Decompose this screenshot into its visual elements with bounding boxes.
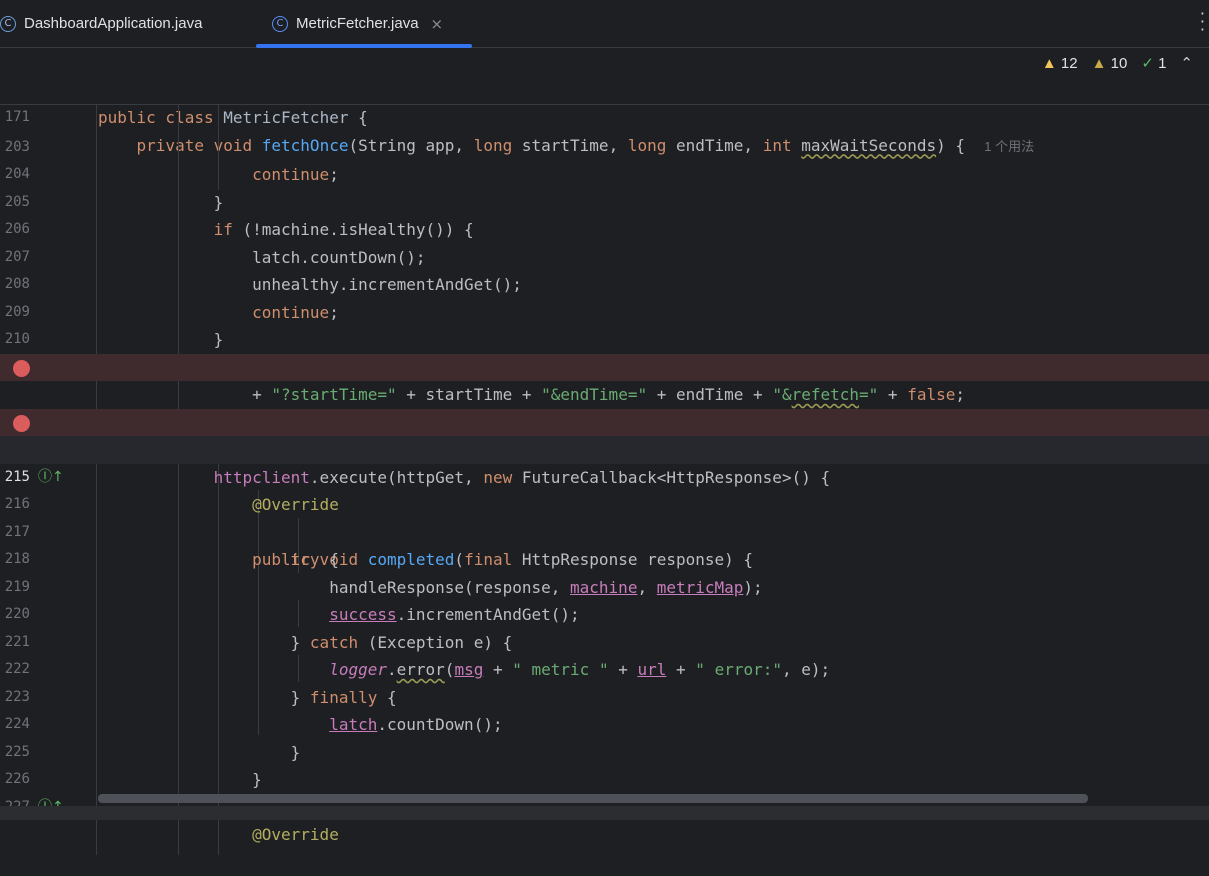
horizontal-scrollbar[interactable] bbox=[98, 794, 1088, 803]
code-line[interactable]: 206 latch.countDown(); bbox=[0, 189, 1209, 267]
warning-icon: ▲ bbox=[1091, 54, 1107, 72]
tab-metric-fetcher[interactable]: C MetricFetcher.java × bbox=[256, 0, 472, 48]
more-options-icon[interactable]: · · · bbox=[1200, 6, 1205, 38]
code-line-current[interactable]: 215 @Override bbox=[0, 436, 1209, 514]
code-line[interactable]: 205 if (!machine.isHealthy()) { bbox=[0, 161, 1209, 240]
code-line[interactable]: 216 Ⓘ↑ public void completed(final HttpR… bbox=[0, 464, 1209, 570]
editor-tab-bar: C DashboardApplication.java C MetricFetc… bbox=[0, 0, 1209, 48]
code-line[interactable]: 223 latch.countDown(); bbox=[0, 656, 1209, 735]
weak-warning-count[interactable]: ▲ 10 bbox=[1092, 55, 1128, 72]
code-line[interactable]: 207 unhealthy.incrementAndGet(); bbox=[0, 216, 1209, 295]
sticky-divider bbox=[0, 104, 1209, 105]
code-text: @Override bbox=[252, 825, 339, 844]
code-line[interactable]: 211 + "?startTime=" + startTime + "&endT… bbox=[0, 326, 1209, 405]
tab-dashboard-application[interactable]: C DashboardApplication.java bbox=[0, 0, 236, 47]
breakpoint-icon[interactable] bbox=[13, 359, 30, 377]
tab-label: DashboardApplication.java bbox=[24, 15, 203, 32]
implements-method-icon[interactable]: Ⓘ↑ bbox=[38, 794, 64, 806]
breakpoint-icon[interactable] bbox=[13, 414, 30, 432]
code-line[interactable]: 217 try { bbox=[0, 491, 1209, 570]
code-editor[interactable]: 70 public class MetricFetcher { 171 priv… bbox=[0, 48, 1209, 855]
code-line[interactable]: 220 } catch (Exception e) { bbox=[0, 574, 1209, 652]
sticky-line[interactable]: 70 public class MetricFetcher { bbox=[0, 49, 1209, 127]
code-line[interactable]: 208 continue; bbox=[0, 244, 1209, 322]
inspection-widget[interactable]: ▲ 12 ▲ 10 ✓ 1 ⌃ bbox=[1042, 54, 1193, 73]
code-line[interactable]: 213 httpGet.setHeader(HTTP.CONN_DIRECTIV… bbox=[0, 381, 1209, 460]
code-line[interactable]: 203 continue; bbox=[0, 106, 1209, 185]
code-line[interactable]: 209 } bbox=[0, 271, 1209, 350]
code-line[interactable]: 204 } bbox=[0, 134, 1209, 212]
close-icon[interactable]: × bbox=[431, 15, 444, 33]
status-strip bbox=[0, 806, 1209, 820]
code-line-breakpoint[interactable]: httpclient.execute(httpGet, new FutureCa… bbox=[0, 408, 1209, 487]
typo-count[interactable]: ✓ 1 bbox=[1141, 54, 1166, 72]
code-line[interactable]: 210 final String url = "http://" + machi… bbox=[0, 299, 1209, 377]
code-line[interactable]: 224 } bbox=[0, 684, 1209, 762]
code-line[interactable]: 225 } bbox=[0, 711, 1209, 790]
code-line-breakpoint[interactable]: final HttpGet httpGet = new HttpGet(url)… bbox=[0, 353, 1209, 432]
class-icon: C bbox=[0, 15, 16, 32]
code-line[interactable]: 226 bbox=[0, 739, 1209, 787]
chevron-up-icon[interactable]: ⌃ bbox=[1180, 54, 1193, 72]
code-line[interactable]: 219 success.incrementAndGet(); bbox=[0, 546, 1209, 625]
code-line[interactable]: 221 logger.error(msg + " metric " + url … bbox=[0, 601, 1209, 680]
code-line[interactable]: 222 } finally { bbox=[0, 629, 1209, 707]
implements-method-icon[interactable]: Ⓘ↑ bbox=[38, 464, 64, 492]
warning-count[interactable]: ▲ 12 bbox=[1042, 55, 1078, 72]
code-line[interactable]: 218 handleResponse(response, machine, me… bbox=[0, 519, 1209, 597]
sticky-line[interactable]: 171 private void fetchOnce(String app, l… bbox=[0, 76, 1209, 155]
check-icon: ✓ bbox=[1141, 55, 1154, 72]
class-icon: C bbox=[272, 15, 288, 32]
warning-icon: ▲ bbox=[1041, 54, 1057, 72]
tab-label: MetricFetcher.java bbox=[296, 15, 419, 32]
code-line[interactable]: 227 @Override bbox=[0, 766, 1209, 845]
